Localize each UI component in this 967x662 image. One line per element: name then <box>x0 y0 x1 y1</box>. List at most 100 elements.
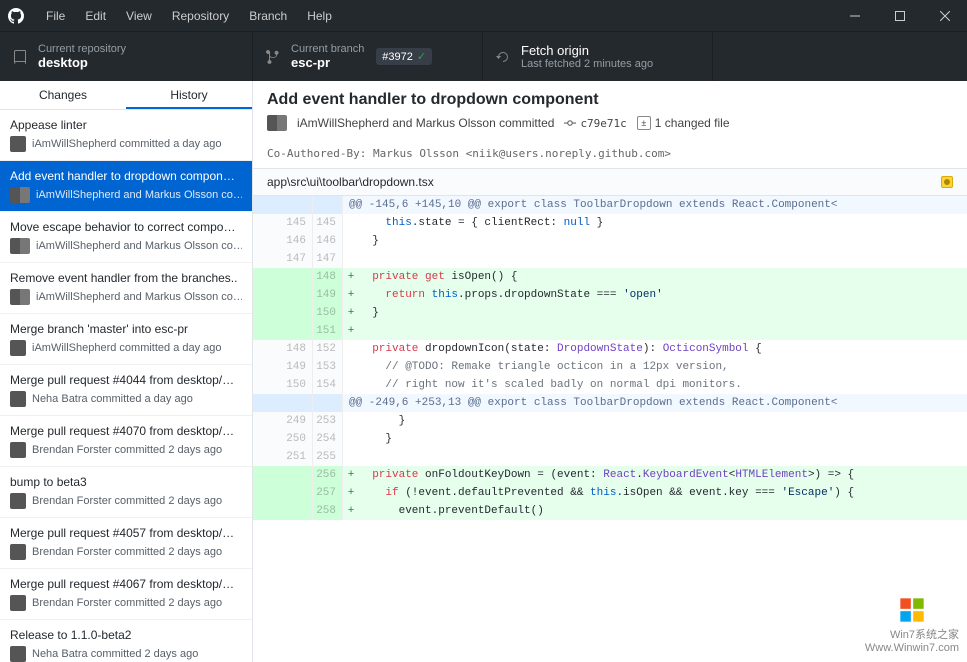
commit-item-meta: Brendan Forster committed 2 days ago <box>10 442 242 458</box>
diff-line: 146146 } <box>253 232 967 250</box>
fetch-title: Fetch origin <box>521 43 653 58</box>
commit-item-title: Merge branch 'master' into esc-pr <box>10 322 242 336</box>
menu-view[interactable]: View <box>116 3 162 29</box>
menu-branch[interactable]: Branch <box>239 3 297 29</box>
avatar <box>10 289 30 305</box>
main-area: Changes History Appease linter iAmWillSh… <box>0 81 967 662</box>
diff-line: 148+ private get isOpen() { <box>253 268 967 286</box>
sidebar: Changes History Appease linter iAmWillSh… <box>0 81 253 662</box>
commit-item[interactable]: Merge pull request #4070 from desktop/… … <box>0 416 252 467</box>
avatar <box>10 238 30 254</box>
commit-item-title: Merge pull request #4057 from desktop/… <box>10 526 242 540</box>
branch-value: esc-pr <box>291 55 364 70</box>
commit-item-title: Release to 1.1.0-beta2 <box>10 628 242 642</box>
tab-history[interactable]: History <box>126 81 252 109</box>
titlebar: FileEditViewRepositoryBranchHelp <box>0 0 967 31</box>
commit-item[interactable]: Move escape behavior to correct compo… i… <box>0 212 252 263</box>
commit-item[interactable]: Remove event handler from the branches..… <box>0 263 252 314</box>
maximize-button[interactable] <box>877 0 922 31</box>
diff-line: 145145 this.state = { clientRect: null } <box>253 214 967 232</box>
changed-files: ± 1 changed file <box>637 116 730 130</box>
avatar <box>10 136 26 152</box>
chevron-down-icon: ▾ <box>444 50 470 64</box>
menu-file[interactable]: File <box>36 3 75 29</box>
menu-help[interactable]: Help <box>297 3 342 29</box>
diff-line: 148152 private dropdownIcon(state: Dropd… <box>253 340 967 358</box>
commit-header: Add event handler to dropdown component … <box>253 81 967 137</box>
github-logo-icon <box>8 8 24 24</box>
avatar <box>267 115 287 131</box>
pr-badge: #3972✓ <box>376 48 432 65</box>
diff-line: 147147 <box>253 250 967 268</box>
close-button[interactable] <box>922 0 967 31</box>
avatar <box>10 646 26 662</box>
commit-item-meta: Brendan Forster committed 2 days ago <box>10 595 242 611</box>
commit-item-meta: iAmWillShepherd and Markus Olsson co… <box>10 238 242 254</box>
changed-file-row[interactable]: app\src\ui\toolbar\dropdown.tsx <box>253 168 967 196</box>
commit-body: Co-Authored-By: Markus Olsson <niik@user… <box>253 137 967 168</box>
avatar <box>10 442 26 458</box>
commit-item[interactable]: Appease linter iAmWillShepherd committed… <box>0 110 252 161</box>
avatar <box>10 391 26 407</box>
file-diff-icon: ± <box>637 116 651 130</box>
diff-line: 149153 // @TODO: Remake triangle octicon… <box>253 358 967 376</box>
diff-view[interactable]: @@ -145,6 +145,10 @@ export class Toolba… <box>253 196 967 662</box>
commit-list[interactable]: Appease linter iAmWillShepherd committed… <box>0 110 252 662</box>
diff-line: 256+ private onFoldoutKeyDown = (event: … <box>253 466 967 484</box>
branch-dropdown[interactable]: Current branch esc-pr #3972✓ ▾ <box>253 32 483 81</box>
commit-item[interactable]: Release to 1.1.0-beta2 Neha Batra commit… <box>0 620 252 662</box>
app-menu: FileEditViewRepositoryBranchHelp <box>36 3 832 29</box>
commit-item-title: Merge pull request #4067 from desktop/… <box>10 577 242 591</box>
diff-line: 250254 } <box>253 430 967 448</box>
commit-title: Add event handler to dropdown component <box>267 91 953 109</box>
avatar <box>10 595 26 611</box>
diff-line: 249253 } <box>253 412 967 430</box>
commit-item-meta: Brendan Forster committed 2 days ago <box>10 493 242 509</box>
diff-line: 150+ } <box>253 304 967 322</box>
repo-icon <box>12 49 28 65</box>
diff-line: 257+ if (!event.defaultPrevented && this… <box>253 484 967 502</box>
sidebar-tabs: Changes History <box>0 81 252 110</box>
tab-changes[interactable]: Changes <box>0 81 126 109</box>
file-path: app\src\ui\toolbar\dropdown.tsx <box>267 175 434 189</box>
commit-item[interactable]: Merge pull request #4044 from desktop/… … <box>0 365 252 416</box>
commit-item[interactable]: Merge pull request #4067 from desktop/… … <box>0 569 252 620</box>
avatar <box>10 544 26 560</box>
diff-line: 150154 // right now it's scaled badly on… <box>253 376 967 394</box>
avatar <box>10 187 30 203</box>
commit-item[interactable]: bump to beta3 Brendan Forster committed … <box>0 467 252 518</box>
minimize-button[interactable] <box>832 0 877 31</box>
menu-repository[interactable]: Repository <box>162 3 239 29</box>
commit-item[interactable]: Merge pull request #4057 from desktop/… … <box>0 518 252 569</box>
diff-line: @@ -145,6 +145,10 @@ export class Toolba… <box>253 196 967 214</box>
commit-item-title: bump to beta3 <box>10 475 242 489</box>
chevron-down-icon: ▾ <box>214 50 240 64</box>
commit-item-meta: Neha Batra committed 2 days ago <box>10 646 242 662</box>
commit-item-meta: iAmWillShepherd and Markus Olsson co… <box>10 289 242 305</box>
repo-label: Current repository <box>38 43 126 55</box>
toolbar: Current repository desktop ▾ Current bra… <box>0 31 967 81</box>
diff-line: 151+ <box>253 322 967 340</box>
commit-icon <box>564 117 576 129</box>
diff-line: 258+ event.preventDefault() <box>253 502 967 520</box>
fetch-button[interactable]: Fetch origin Last fetched 2 minutes ago <box>483 32 713 81</box>
repo-dropdown[interactable]: Current repository desktop ▾ <box>0 32 253 81</box>
diff-line: 251255 <box>253 448 967 466</box>
commit-item-title: Add event handler to dropdown compon… <box>10 169 242 183</box>
commit-item-meta: iAmWillShepherd committed a day ago <box>10 340 242 356</box>
commit-item-title: Merge pull request #4044 from desktop/… <box>10 373 242 387</box>
avatar <box>10 340 26 356</box>
commit-item-meta: iAmWillShepherd and Markus Olsson co… <box>10 187 242 203</box>
commit-sha: c79e71c <box>564 117 626 130</box>
commit-item-meta: Neha Batra committed a day ago <box>10 391 242 407</box>
commit-item[interactable]: Add event handler to dropdown compon… iA… <box>0 161 252 212</box>
menu-edit[interactable]: Edit <box>75 3 116 29</box>
commit-item-meta: Brendan Forster committed 2 days ago <box>10 544 242 560</box>
diff-line: 149+ return this.props.dropdownState ===… <box>253 286 967 304</box>
commit-item[interactable]: Merge branch 'master' into esc-pr iAmWil… <box>0 314 252 365</box>
branch-label: Current branch <box>291 43 364 55</box>
diff-modified-icon <box>941 176 953 188</box>
diff-line: @@ -249,6 +253,13 @@ export class Toolba… <box>253 394 967 412</box>
commit-item-title: Move escape behavior to correct compo… <box>10 220 242 234</box>
commit-detail: Add event handler to dropdown component … <box>253 81 967 662</box>
